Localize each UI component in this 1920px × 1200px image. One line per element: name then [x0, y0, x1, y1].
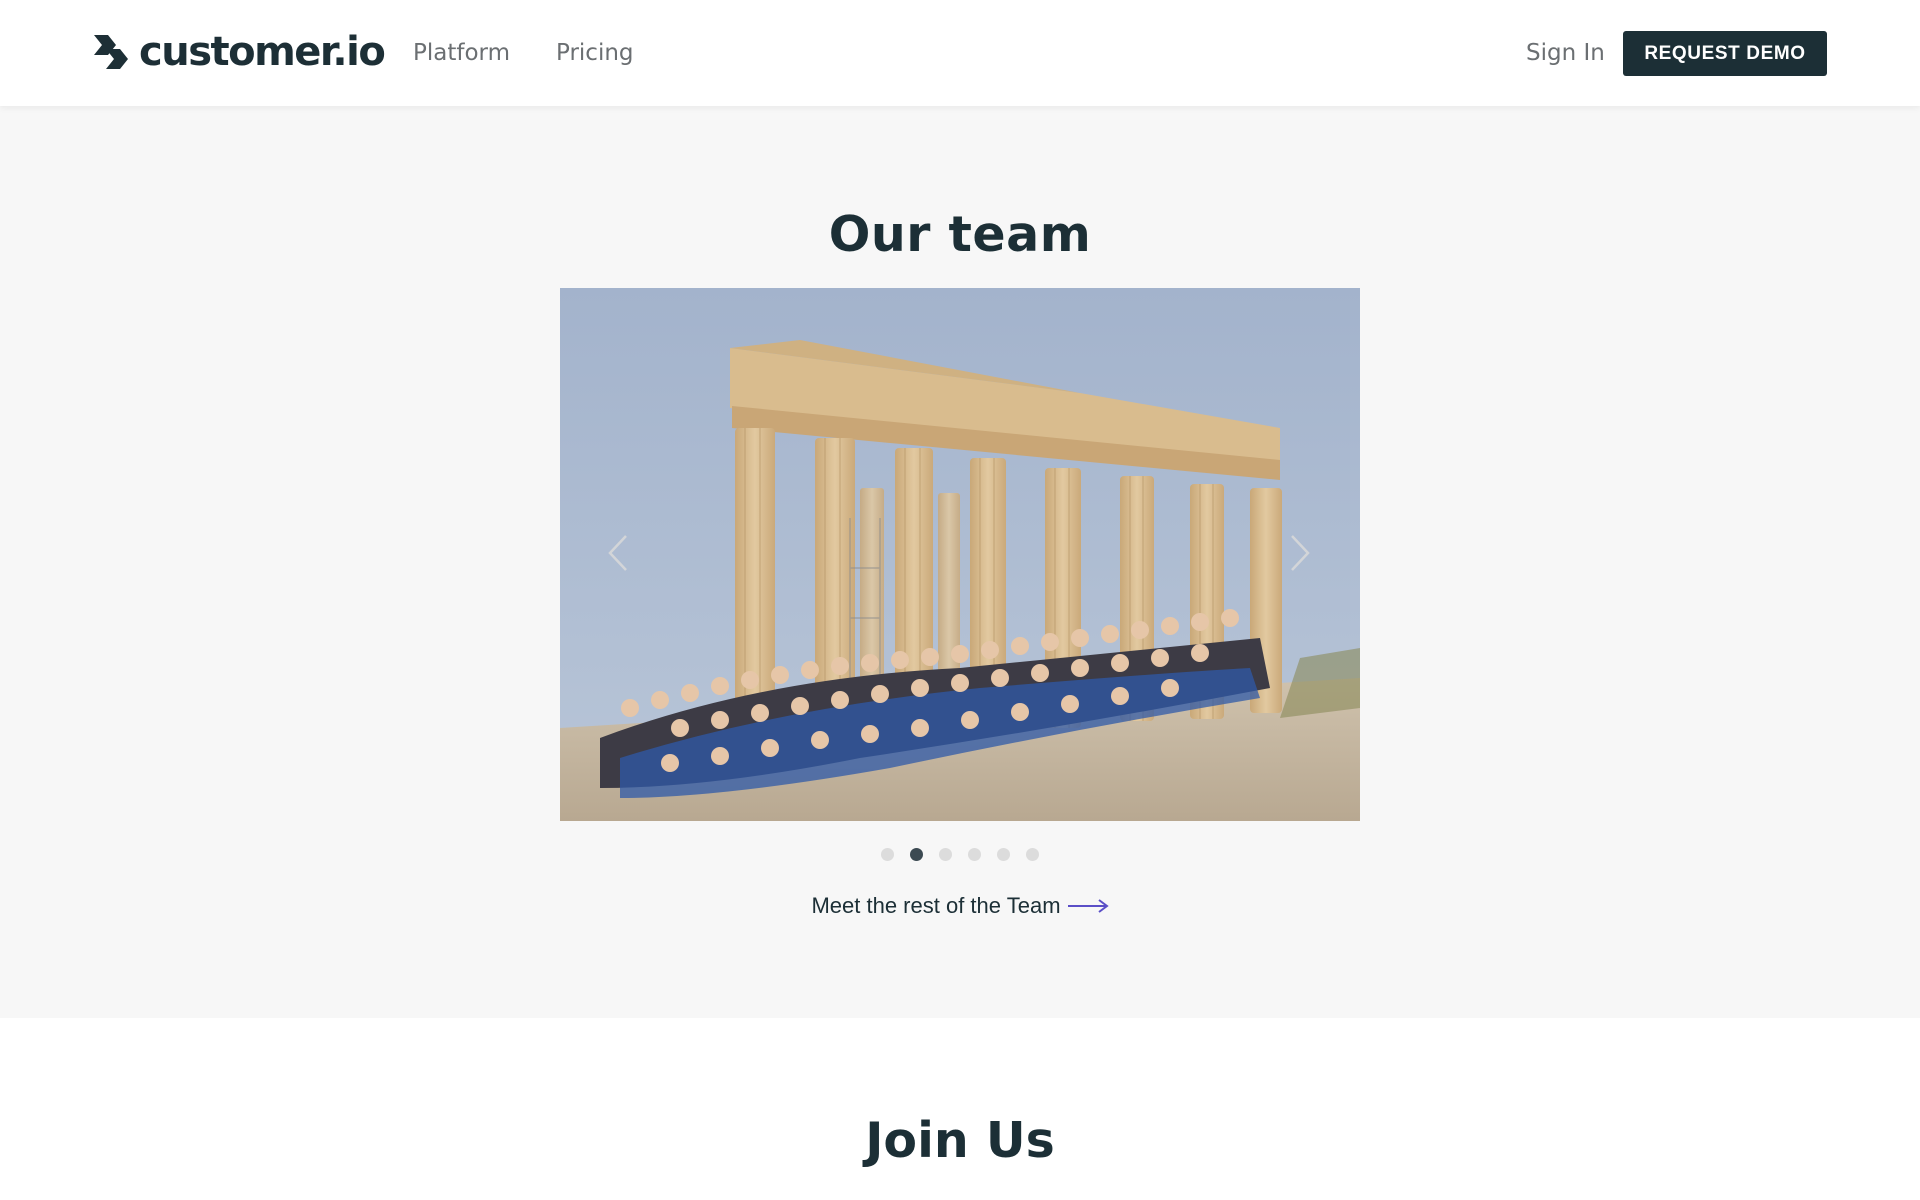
team-photo-carousel[interactable]: [560, 288, 1360, 821]
carousel-dot-5[interactable]: [997, 848, 1010, 861]
carousel-dot-2-active[interactable]: [910, 848, 923, 861]
logo-mark-icon: [94, 35, 128, 69]
arrow-right-icon: [1067, 899, 1109, 913]
brand-logo[interactable]: customer.io: [92, 29, 386, 75]
nav-pricing[interactable]: Pricing: [556, 40, 634, 66]
team-section-title: Our team: [828, 206, 1092, 263]
carousel-dot-3[interactable]: [939, 848, 952, 861]
team-photo: [560, 288, 1360, 821]
site-header: customer.io Platform Pricing Sign In REQ…: [0, 0, 1920, 106]
carousel-dot-6[interactable]: [1026, 848, 1039, 861]
meet-team-link[interactable]: Meet the rest of the Team: [0, 893, 1920, 919]
join-section: Join Us: [0, 1018, 1920, 1200]
request-demo-button[interactable]: REQUEST DEMO: [1623, 31, 1827, 76]
carousel-pagination: [0, 848, 1920, 861]
brand-name: customer.io: [139, 29, 386, 75]
carousel-dot-1[interactable]: [881, 848, 894, 861]
nav-platform[interactable]: Platform: [413, 40, 510, 66]
carousel-dot-4[interactable]: [968, 848, 981, 861]
carousel-prev-icon[interactable]: [600, 528, 640, 578]
join-section-title: Join Us: [865, 1112, 1055, 1169]
carousel-next-icon[interactable]: [1278, 528, 1318, 578]
sign-in-link[interactable]: Sign In: [1526, 40, 1605, 66]
meet-team-link-label: Meet the rest of the Team: [811, 893, 1061, 918]
